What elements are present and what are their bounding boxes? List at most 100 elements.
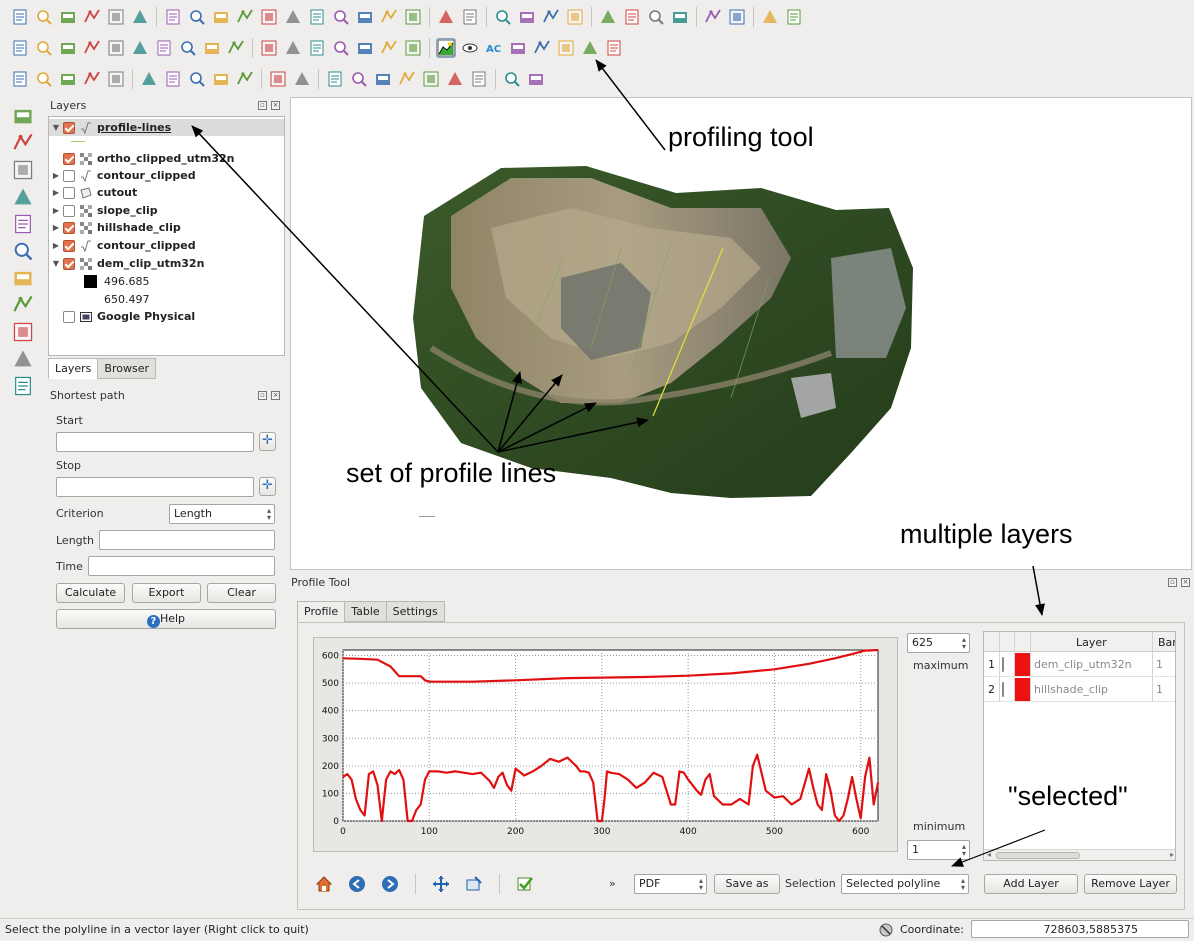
globe-icon[interactable]	[12, 240, 34, 262]
zoom-next-icon[interactable]	[380, 8, 398, 26]
close-icon[interactable]: ×	[271, 391, 280, 400]
measure-icon[interactable]	[623, 8, 641, 26]
expand-arrow-icon[interactable]: ▶	[49, 241, 63, 250]
start-input[interactable]	[56, 432, 254, 452]
table-row[interactable]: 2 hillshade_clip 1	[984, 678, 1175, 702]
home-icon[interactable]	[315, 875, 333, 893]
start-pick-button[interactable]: ✛	[259, 432, 276, 451]
label-show-hide-icon[interactable]	[308, 39, 326, 57]
time-field[interactable]	[88, 556, 275, 576]
digitize-vertex-icon[interactable]	[12, 105, 34, 127]
float-icon[interactable]: ▫	[258, 391, 267, 400]
show-bookmarks-icon[interactable]	[704, 8, 722, 26]
add-postgis-icon[interactable]	[59, 70, 77, 88]
zoom-rect-icon[interactable]	[465, 875, 483, 893]
zoom-actual-icon[interactable]	[260, 8, 278, 26]
zoom-to-layer-icon[interactable]	[332, 8, 350, 26]
forward-icon[interactable]	[381, 875, 399, 893]
save-as-button[interactable]: Save as	[714, 874, 780, 894]
calculate-button[interactable]: Calculate	[56, 583, 125, 603]
expand-arrow-icon[interactable]: ▶	[49, 171, 63, 180]
action-icon[interactable]	[461, 8, 479, 26]
add-wms-icon[interactable]	[164, 70, 182, 88]
digitize-icon[interactable]	[11, 39, 29, 57]
add-mssql-icon[interactable]	[107, 70, 125, 88]
add-delimited-icon[interactable]	[236, 70, 254, 88]
criterion-select[interactable]: Length ▴ ▾	[169, 504, 275, 524]
simplify-icon[interactable]	[326, 70, 344, 88]
offset-curve-icon[interactable]	[446, 70, 464, 88]
layer-row[interactable]: ▼ profile-lines	[49, 119, 284, 136]
globe2-icon[interactable]	[12, 267, 34, 289]
add-raster-layer-icon[interactable]	[35, 70, 53, 88]
float-icon[interactable]: ▫	[258, 101, 267, 110]
shape-icon[interactable]	[12, 213, 34, 235]
tab-settings[interactable]: Settings	[385, 601, 445, 622]
table-row[interactable]: 1 dem_clip_utm32n 1	[984, 653, 1175, 677]
layer-row[interactable]: ▶ cutout	[49, 184, 284, 201]
scroll-left-icon[interactable]: ◂	[987, 850, 991, 859]
label-change-icon[interactable]	[380, 39, 398, 57]
close-icon[interactable]: ×	[271, 101, 280, 110]
vertex-add-icon[interactable]	[12, 348, 34, 370]
coordinate-field[interactable]: 728603,5885375	[971, 920, 1189, 938]
field-calculator-icon[interactable]	[599, 8, 617, 26]
layer-row[interactable]: ▼ dem_clip_utm32n	[49, 255, 284, 272]
label-pin-icon[interactable]	[284, 39, 302, 57]
profile-plot[interactable]: 0 100 200 300 400 500 600 0 100 200 300 400 500 600	[313, 637, 898, 852]
layer-row[interactable]: ▶ contour_clipped	[49, 237, 284, 254]
color-swatch[interactable]	[1015, 653, 1030, 676]
add-oracle-icon[interactable]	[140, 70, 158, 88]
layer-checkbox[interactable]	[63, 152, 75, 165]
max-spinbox[interactable]: 625 ▴ ▾	[907, 633, 970, 653]
expand-arrow-icon[interactable]: ▶	[49, 223, 63, 232]
expression-select-icon[interactable]	[542, 8, 560, 26]
save-as-icon[interactable]	[83, 8, 101, 26]
clear-button[interactable]: Clear	[207, 583, 276, 603]
add-wfs-icon[interactable]	[212, 70, 230, 88]
new-shapefile-icon[interactable]	[269, 70, 287, 88]
add-part-icon[interactable]	[374, 70, 392, 88]
help-icon[interactable]	[761, 8, 779, 26]
scroll-right-icon[interactable]: ▸	[1170, 850, 1174, 859]
expand-arrow-icon[interactable]: ▶	[49, 206, 63, 215]
selection-select[interactable]: Selected polyline ▴ ▾	[841, 874, 969, 894]
add-feature-icon[interactable]	[83, 39, 101, 57]
delete-selected-icon[interactable]	[155, 39, 173, 57]
map-canvas[interactable]	[290, 97, 1192, 570]
layer-row[interactable]: ▶ hillshade_clip	[49, 219, 284, 236]
open-project-icon[interactable]	[35, 8, 53, 26]
add-layer-button[interactable]: Add Layer	[984, 874, 1078, 894]
zoom-out-icon[interactable]	[236, 8, 254, 26]
cut-features-icon[interactable]	[179, 39, 197, 57]
label-icon[interactable]	[260, 39, 278, 57]
save-project-icon[interactable]	[59, 8, 77, 26]
pan-move-icon[interactable]	[432, 875, 450, 893]
terrain-icon[interactable]	[557, 39, 575, 57]
raster-grid-icon[interactable]	[12, 132, 34, 154]
database-icon[interactable]	[12, 159, 34, 181]
contour-icon[interactable]	[581, 39, 599, 57]
scatter-icon[interactable]	[605, 39, 623, 57]
copy-features-icon[interactable]	[203, 39, 221, 57]
stop-input[interactable]	[56, 477, 254, 497]
label-rotate-icon[interactable]	[356, 39, 374, 57]
pan-to-selection-icon[interactable]	[188, 8, 206, 26]
label-highlight-icon[interactable]	[404, 39, 422, 57]
min-spinbox[interactable]: 1 ▴ ▾	[907, 840, 970, 860]
zoom-last-icon[interactable]	[356, 8, 374, 26]
column-header-layer[interactable]: Layer	[1076, 636, 1107, 649]
render-icon[interactable]	[878, 922, 894, 941]
expand-arrow-icon[interactable]: ▼	[49, 123, 63, 132]
save-check-icon[interactable]	[516, 875, 534, 893]
reshape-icon[interactable]	[422, 70, 440, 88]
more-options-glyph[interactable]: »	[609, 877, 616, 890]
layer-row[interactable]: Google Physical	[49, 308, 284, 325]
layer-row[interactable]: ▶ contour_clipped	[49, 167, 284, 184]
refresh-icon[interactable]	[404, 8, 422, 26]
deselect-icon[interactable]	[518, 8, 536, 26]
close-icon[interactable]: ×	[1181, 578, 1190, 587]
node-tool-icon[interactable]	[131, 39, 149, 57]
new-bookmark-icon[interactable]	[671, 8, 689, 26]
feather-icon[interactable]	[12, 186, 34, 208]
